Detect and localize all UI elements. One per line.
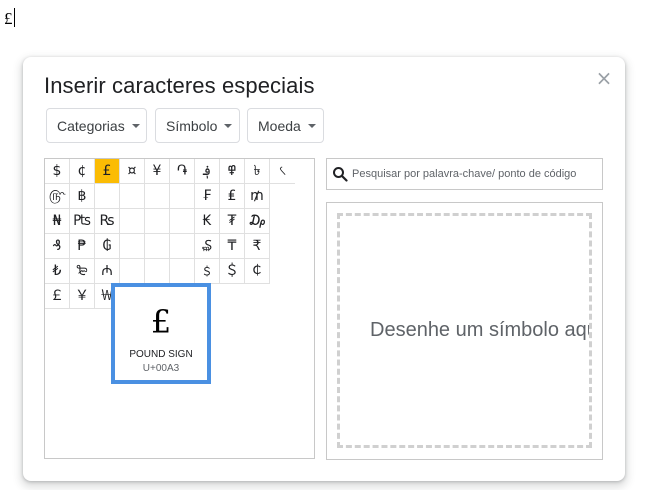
character-cell[interactable] [145,209,170,234]
document-character: £ [4,9,13,28]
search-input[interactable] [352,168,602,180]
character-cell[interactable]: ؋ [195,159,220,184]
character-cell[interactable]: ₲ [95,234,120,259]
currency-dropdown[interactable]: Moeda [247,108,324,143]
currency-dropdown-label: Moeda [258,117,301,134]
character-cell[interactable]: ฿ [70,184,95,209]
character-grid-panel: $ ¢ £ ¤ ¥ ֏ ؋ ߾ ৳ ৻ ௹ ฿ ₣ ₤ ₥ ₦ ₧ ₨ ₭ ₮ ₯ ₰ ₱ ₲ ₷ ₸ ₹ ₺ ₻ ₼ ﹩ ＄ ￠ ￡ ￥ ￦ £ P… [44,158,315,459]
symbol-dropdown-label: Símbolo [166,117,218,134]
character-cell[interactable]: ₹ [245,234,270,259]
close-icon[interactable]: × [595,68,613,88]
character-cell[interactable]: ₮ [220,209,245,234]
character-cell[interactable]: ₰ [45,234,70,259]
character-cell[interactable]: ௹ [45,184,70,209]
chevron-down-icon [307,123,316,128]
character-cell[interactable]: ₺ [45,259,70,284]
character-cell[interactable]: ₷ [195,234,220,259]
document-text[interactable]: £ [4,8,15,29]
character-cell[interactable]: ₦ [45,209,70,234]
character-cell[interactable] [170,184,195,209]
character-cell[interactable] [170,234,195,259]
character-cell[interactable] [120,234,145,259]
search-icon [333,167,348,182]
character-cell[interactable] [120,209,145,234]
character-cell[interactable]: ¤ [120,159,145,184]
character-cell[interactable] [170,259,195,284]
search-box [326,158,603,190]
character-cell[interactable]: ＄ [220,259,245,284]
text-cursor [13,8,15,27]
dialog-title: Inserir caracteres especiais [44,73,315,98]
character-cell[interactable]: ₨ [95,209,120,234]
character-cell[interactable] [145,184,170,209]
character-cell[interactable]: ₼ [95,259,120,284]
character-cell[interactable]: ¢ [70,159,95,184]
character-cell[interactable]: ¥ [145,159,170,184]
categories-dropdown[interactable]: Categorias [46,108,147,143]
character-cell[interactable]: ￡ [45,284,70,309]
character-cell[interactable]: ₣ [195,184,220,209]
character-cell[interactable] [95,184,120,209]
character-cell[interactable]: ֏ [170,159,195,184]
character-cell[interactable] [145,259,170,284]
character-cell[interactable]: ₱ [70,234,95,259]
character-cell[interactable] [145,234,170,259]
draw-hint: Desenhe um símbolo aqui [370,319,592,341]
character-cell[interactable]: £ [95,159,120,184]
character-cell[interactable] [170,209,195,234]
categories-dropdown-label: Categorias [57,117,125,134]
character-cell[interactable]: ￥ [70,284,95,309]
special-characters-dialog: Inserir caracteres especiais × Categoria… [23,57,625,481]
preview-name: POUND SIGN [129,349,193,360]
character-cell[interactable]: ৻ [270,159,295,184]
character-preview-tooltip: £ POUND SIGN U+00A3 [111,283,211,384]
symbol-dropdown[interactable]: Símbolo [155,108,240,143]
character-cell[interactable]: ₸ [220,234,245,259]
character-cell[interactable]: ₤ [220,184,245,209]
character-cell[interactable]: ߾ [220,159,245,184]
character-cell[interactable]: ￠ [245,259,270,284]
preview-code: U+00A3 [142,363,180,374]
draw-panel: Desenhe um símbolo aqui [326,202,603,460]
character-cell[interactable] [120,184,145,209]
character-cell[interactable]: $ [45,159,70,184]
chevron-down-icon [224,123,233,128]
character-cell[interactable]: ﹩ [195,259,220,284]
character-cell[interactable]: ₥ [245,184,270,209]
character-cell[interactable]: ₧ [70,209,95,234]
character-cell[interactable]: ₭ [195,209,220,234]
character-cell[interactable] [120,259,145,284]
chevron-down-icon [131,123,140,128]
drawing-canvas[interactable]: Desenhe um símbolo aqui [337,213,592,448]
character-cell[interactable]: ₻ [70,259,95,284]
character-cell[interactable]: ৳ [245,159,270,184]
character-cell[interactable]: ₯ [245,209,270,234]
preview-glyph: £ [150,303,172,341]
